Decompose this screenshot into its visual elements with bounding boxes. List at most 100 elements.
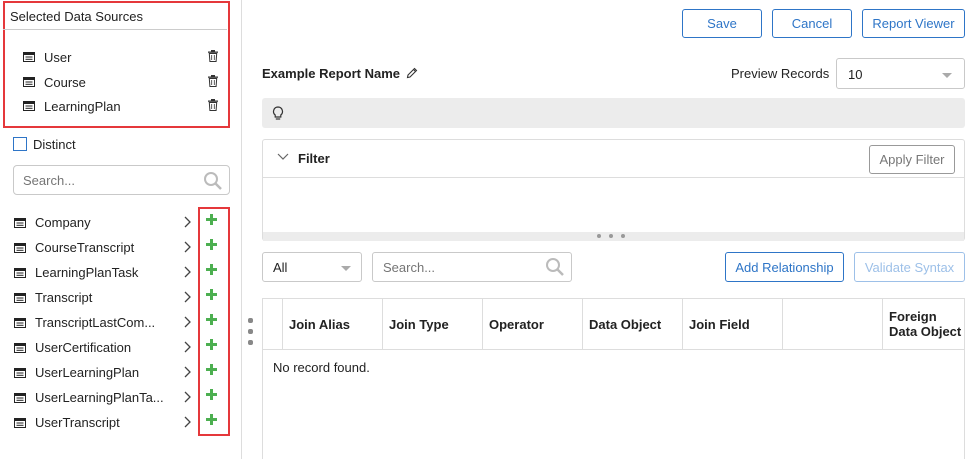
chevron-right-icon[interactable]	[184, 416, 192, 428]
apply-filter-button[interactable]: Apply Filter	[869, 145, 955, 174]
filter-title: Filter	[298, 151, 330, 166]
object-label: Transcript	[35, 290, 93, 305]
table-icon	[14, 367, 26, 378]
column-header[interactable]	[783, 298, 883, 350]
object-item[interactable]: Company	[14, 210, 184, 235]
table-icon	[14, 267, 26, 278]
search-icon[interactable]	[545, 257, 565, 277]
chevron-right-icon[interactable]	[184, 216, 192, 228]
chevron-right-icon[interactable]	[184, 341, 192, 353]
divider	[262, 349, 965, 350]
preview-records-value: 10	[848, 67, 863, 82]
relationship-search-input[interactable]	[383, 260, 533, 275]
table-icon	[23, 77, 35, 87]
empty-table-message: No record found.	[273, 360, 370, 375]
column-drag-handle[interactable]	[248, 318, 254, 348]
object-label: LearningPlanTask	[35, 265, 139, 280]
preview-records-label: Preview Records	[731, 66, 830, 81]
column-header[interactable]: Join Field	[683, 298, 783, 350]
add-relationship-button[interactable]: Add Relationship	[725, 252, 844, 282]
selected-source-list: User Course LearningPlan	[23, 47, 218, 116]
chevron-right-icon[interactable]	[184, 366, 192, 378]
object-item[interactable]: UserCertification	[14, 335, 184, 360]
selected-source-label: User	[44, 49, 72, 65]
relationship-scope-select[interactable]: All	[262, 252, 362, 282]
report-viewer-button[interactable]: Report Viewer	[862, 9, 965, 38]
column-header[interactable]: Operator	[483, 298, 583, 350]
table-header-spacer	[262, 298, 283, 350]
plus-icon[interactable]	[206, 214, 217, 225]
relationship-scope-value: All	[273, 260, 288, 275]
plus-icon[interactable]	[206, 239, 217, 250]
table-icon	[14, 317, 26, 328]
table-icon	[23, 101, 35, 111]
caret-down-icon	[341, 266, 351, 271]
chevron-right-icon[interactable]	[184, 391, 192, 403]
chevron-down-icon[interactable]	[277, 153, 289, 161]
plus-icon[interactable]	[206, 339, 217, 350]
preview-records-select[interactable]: 10	[836, 58, 965, 89]
divider	[3, 29, 227, 30]
object-item[interactable]: Transcript	[14, 285, 184, 310]
selected-source-item[interactable]: Course	[23, 72, 218, 92]
object-item[interactable]: CourseTranscript	[14, 235, 184, 260]
chevron-right-icon[interactable]	[184, 316, 192, 328]
trash-icon[interactable]	[208, 50, 218, 62]
table-icon	[23, 52, 35, 62]
object-label: UserCertification	[35, 340, 132, 355]
plus-icon[interactable]	[206, 364, 217, 375]
selected-source-item[interactable]: User	[23, 47, 218, 67]
object-label: UserTranscript	[35, 415, 120, 430]
filter-panel	[262, 139, 965, 241]
column-header[interactable]: Data Object	[583, 298, 683, 350]
object-item[interactable]: UserLearningPlanTa...	[14, 385, 184, 410]
selected-source-item[interactable]: LearningPlan	[23, 96, 218, 116]
column-header[interactable]: Join Alias	[283, 298, 383, 350]
object-list: Company CourseTranscript LearningPlanTas…	[14, 210, 184, 435]
selected-source-label: Course	[44, 74, 86, 90]
table-icon	[14, 342, 26, 353]
plus-icon[interactable]	[206, 289, 217, 300]
object-item[interactable]: UserTranscript	[14, 410, 184, 435]
plus-icon[interactable]	[206, 389, 217, 400]
table-icon	[14, 217, 26, 228]
caret-down-icon	[942, 73, 952, 78]
table-icon	[14, 417, 26, 428]
chevron-right-icon[interactable]	[184, 266, 192, 278]
object-search-input[interactable]	[23, 173, 193, 188]
plus-icon[interactable]	[206, 264, 217, 275]
selected-source-label: LearningPlan	[44, 98, 121, 114]
column-header[interactable]: Foreign Data Object	[883, 298, 965, 350]
pencil-icon[interactable]	[406, 67, 418, 79]
divider	[262, 177, 965, 178]
cancel-button[interactable]: Cancel	[772, 9, 852, 38]
selected-data-sources-title: Selected Data Sources	[10, 9, 143, 24]
object-label: UserLearningPlan	[35, 365, 140, 380]
validate-syntax-button[interactable]: Validate Syntax	[854, 252, 965, 282]
object-item[interactable]: LearningPlanTask	[14, 260, 184, 285]
table-icon	[14, 392, 26, 403]
object-label: Company	[35, 215, 91, 230]
object-item[interactable]: UserLearningPlan	[14, 360, 184, 385]
distinct-checkbox[interactable]	[13, 137, 27, 151]
search-icon[interactable]	[203, 171, 223, 191]
trash-icon[interactable]	[208, 99, 218, 111]
report-name: Example Report Name	[262, 66, 418, 81]
lightbulb-icon[interactable]	[272, 106, 284, 121]
distinct-label: Distinct	[33, 137, 76, 152]
object-label: UserLearningPlanTa...	[35, 390, 164, 405]
plus-icon[interactable]	[206, 314, 217, 325]
object-label: CourseTranscript	[35, 240, 135, 255]
object-item[interactable]: TranscriptLastCom...	[14, 310, 184, 335]
filter-resize-handle[interactable]	[263, 232, 964, 241]
chevron-right-icon[interactable]	[184, 291, 192, 303]
hint-bar	[262, 98, 965, 128]
trash-icon[interactable]	[208, 75, 218, 87]
plus-icon[interactable]	[206, 414, 217, 425]
column-header[interactable]: Join Type	[383, 298, 483, 350]
save-button[interactable]: Save	[682, 9, 762, 38]
report-name-text: Example Report Name	[262, 66, 400, 81]
relationship-search-box	[372, 252, 572, 282]
chevron-right-icon[interactable]	[184, 241, 192, 253]
object-label: TranscriptLastCom...	[35, 315, 156, 330]
